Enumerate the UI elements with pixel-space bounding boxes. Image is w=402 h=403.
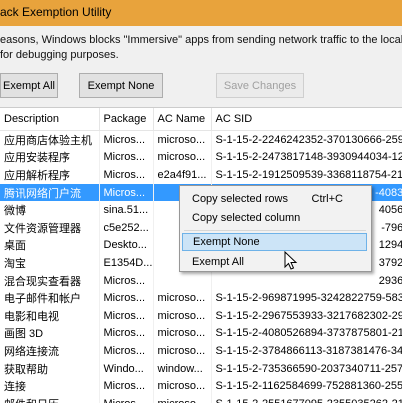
- cell-description: 连接: [0, 377, 100, 395]
- column-header-ac-name[interactable]: AC Name: [153, 108, 212, 131]
- cell-package: Micros...: [99, 166, 154, 184]
- cell-description: 桌面: [0, 236, 100, 255]
- description-line-1: easons, Windows blocks "Immersive" apps …: [0, 34, 402, 46]
- cell-ac-sid: S-1-15-2-1912509539-3368118754-217747: [211, 166, 402, 184]
- save-changes-button[interactable]: Save Changes: [216, 73, 304, 98]
- description-line-2: for debugging purposes.: [0, 49, 119, 61]
- cell-package: Micros...: [99, 342, 154, 360]
- cell-description: 文件资源管理器: [0, 218, 100, 237]
- menu-separator: [184, 230, 366, 231]
- cell-ac-sid: S-1-15-2-969871995-3242822759-58304: [211, 289, 402, 307]
- table-row[interactable]: 连接 Micros... microso... S-1-15-2-1162584699…: [0, 377, 402, 395]
- context-menu: Copy selected rows Ctrl+C Copy selected …: [179, 185, 372, 272]
- cell-ac-sid: S-1-15-2-3784866113-3187381476-343375: [211, 342, 402, 360]
- cell-package: Micros...: [99, 306, 154, 325]
- cell-ac-name: microso...: [153, 342, 212, 360]
- cell-package: Micros...: [99, 377, 154, 395]
- cell-ac-sid: S-1-15-2-1162584699-752881360-255290: [211, 377, 402, 395]
- cell-package: E1354D...: [99, 254, 154, 272]
- cell-ac-name: microso...: [153, 289, 212, 307]
- cell-description: 网络连接流: [0, 342, 100, 360]
- cell-package: sina.51...: [99, 201, 154, 219]
- exempt-none-button[interactable]: Exempt None: [79, 73, 163, 98]
- table-row[interactable]: 画图 3D Micros... microso... S-1-15-2-4080526…: [0, 324, 402, 343]
- table-row[interactable]: 应用安装程序 Micros... microso... S-1-15-2-247381…: [0, 148, 402, 167]
- cell-ac-name: [153, 271, 212, 290]
- cell-ac-name: microso...: [153, 377, 212, 395]
- cell-ac-name: microso...: [153, 324, 212, 343]
- cell-ac-name: e2a4f91...: [153, 166, 212, 184]
- table-row[interactable]: 获取帮助 Windo... window... S-1-15-2-735366590-…: [0, 359, 402, 378]
- cell-description: 混合现实查看器: [0, 271, 100, 290]
- cell-description: 微博: [0, 201, 100, 219]
- menu-item-copy-column[interactable]: Copy selected column: [182, 209, 367, 227]
- column-header-description[interactable]: Description: [0, 108, 100, 131]
- table-row[interactable]: 应用商店体验主机 Micros... microso... S-1-15-2-2246…: [0, 130, 402, 149]
- table-row[interactable]: 混合现实查看器Micros... 293691: [0, 271, 402, 290]
- table-row[interactable]: 电子邮件和帐户 Micros... microso... S-1-15-2-96987…: [0, 289, 402, 307]
- cell-ac-name: microso...: [153, 130, 212, 149]
- mouse-cursor-icon: [284, 251, 298, 270]
- exempt-all-button[interactable]: Exempt All: [0, 73, 58, 98]
- cell-description: 获取帮助: [0, 359, 100, 378]
- menu-item-exempt-all[interactable]: Exempt All: [182, 253, 367, 271]
- cell-package: Micros...: [99, 148, 154, 167]
- cell-package: Micros...: [99, 324, 154, 343]
- table-row[interactable]: 应用解析程序 Micros... e2a4f91... S-1-15-2-191250…: [0, 166, 402, 184]
- cell-ac-name: window...: [153, 359, 212, 378]
- menu-item-copy-rows-label: Copy selected rows: [192, 193, 288, 205]
- cell-ac-sid: 293691: [211, 271, 402, 290]
- cell-package: Micros...: [99, 289, 154, 307]
- cell-package: Micros...: [99, 183, 154, 202]
- cell-package: c5e252...: [99, 218, 154, 237]
- cell-description: 应用商店体验主机: [0, 130, 100, 149]
- cell-ac-name: microso...: [153, 306, 212, 325]
- cell-description: 画图 3D: [0, 324, 100, 343]
- cell-ac-sid: S-1-15-2-2473817148-3930944034-127223: [211, 148, 402, 167]
- shortcut-label: Ctrl+C: [311, 193, 343, 205]
- cell-description: 腾讯网络门户流: [0, 183, 100, 202]
- title-bar: ack Exemption Utility: [0, 0, 402, 26]
- cell-description: 应用解析程序: [0, 166, 100, 184]
- cell-description: 电子邮件和帐户: [0, 289, 100, 307]
- cell-ac-sid: S-1-15-2-2246242352-370130666-2593524: [211, 130, 402, 149]
- table-row[interactable]: 电影和电视 Micros... microso... S-1-15-2-2967553…: [0, 306, 402, 325]
- cell-package: Micros...: [99, 271, 154, 290]
- column-header-ac-sid[interactable]: AC SID: [211, 108, 402, 131]
- menu-item-copy-rows[interactable]: Copy selected rows Ctrl+C: [182, 190, 367, 208]
- cell-description: 应用安装程序: [0, 148, 100, 167]
- cell-ac-name: microso...: [153, 148, 212, 167]
- description-text: easons, Windows blocks "Immersive" apps …: [0, 33, 402, 63]
- menu-item-exempt-none[interactable]: Exempt None: [182, 233, 367, 251]
- cell-ac-sid: S-1-15-2-2967553933-3217682302-294964: [211, 306, 402, 325]
- cell-ac-sid: S-1-15-2-4080526894-3737875801-219170: [211, 324, 402, 343]
- cell-package: Deskto...: [99, 236, 154, 255]
- header-row: Description Package AC Name AC SID: [0, 108, 402, 131]
- cell-package: Micros...: [99, 130, 154, 149]
- window-title: ack Exemption Utility: [0, 5, 112, 19]
- cell-ac-sid: S-1-15-2-735366590-2037340711-257874: [211, 359, 402, 378]
- column-header-package[interactable]: Package: [99, 108, 154, 131]
- cell-package: Windo...: [99, 359, 154, 378]
- cell-description: 淘宝: [0, 254, 100, 272]
- table-row[interactable]: 网络连接流 Micros... microso... S-1-15-2-3784866…: [0, 342, 402, 360]
- cell-description: 电影和电视: [0, 306, 100, 325]
